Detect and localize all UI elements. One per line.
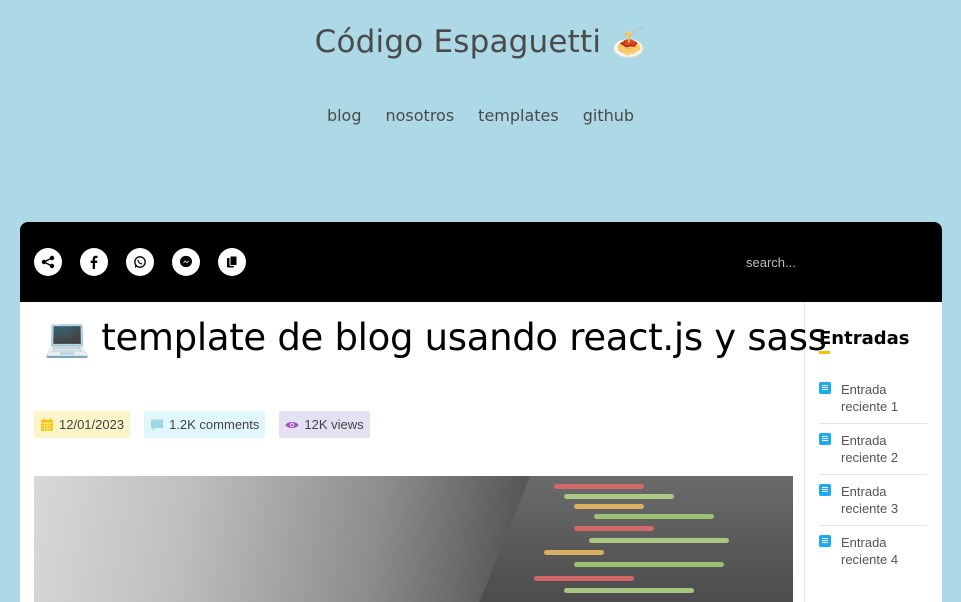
comment-icon — [151, 419, 164, 430]
date-badge: 12/01/2023 — [34, 411, 131, 438]
share-toolbar — [20, 222, 942, 302]
share-button[interactable] — [34, 248, 62, 276]
list-icon — [819, 433, 831, 445]
hero-code-line — [574, 526, 654, 531]
hero-code-line — [589, 538, 729, 543]
list-icon — [819, 535, 831, 547]
hero-code-line — [544, 550, 604, 555]
list-item[interactable]: Entrada reciente 2 — [819, 424, 927, 475]
copy-icon — [227, 255, 238, 268]
share-icon — [41, 255, 55, 269]
comments-badge[interactable]: 1.2K comments — [144, 411, 266, 438]
post-hero-image — [34, 476, 793, 602]
post-meta: 12/01/2023 1.2K comments 12K views — [34, 411, 370, 438]
entries-list: Entrada reciente 1 Entrada reciente 2 En… — [819, 373, 927, 576]
post-main: 💻 template de blog usando react.js y sas… — [20, 302, 827, 602]
messenger-share-button[interactable] — [172, 248, 200, 276]
sidebar: Entradas Entrada reciente 1 Entrada reci… — [805, 302, 941, 602]
eye-icon — [285, 421, 299, 428]
nav-item-github[interactable]: github — [583, 106, 634, 125]
copy-link-button[interactable] — [218, 248, 246, 276]
list-icon — [819, 484, 831, 496]
main-nav: blog nosotros templates github — [0, 106, 961, 125]
views-count: 12K views — [304, 417, 364, 432]
spaghetti-icon: 🍝 — [611, 26, 647, 59]
comments-count: 1.2K comments — [169, 417, 260, 432]
list-icon — [819, 382, 831, 394]
post-content: 💻 template de blog usando react.js y sas… — [20, 302, 942, 602]
post-title-text: template de blog usando react.js y sass — [101, 316, 827, 359]
whatsapp-icon — [134, 256, 146, 268]
hero-code-line — [574, 562, 724, 567]
facebook-icon — [90, 255, 98, 269]
hero-code-line — [564, 494, 674, 499]
entry-label: Entrada reciente 1 — [841, 382, 899, 414]
list-item[interactable]: Entrada reciente 4 — [819, 526, 927, 576]
hero-code-line — [574, 504, 644, 509]
views-badge: 12K views — [279, 411, 370, 438]
nav-item-templates[interactable]: templates — [478, 106, 559, 125]
hero-code-line — [554, 484, 644, 489]
whatsapp-share-button[interactable] — [126, 248, 154, 276]
list-item[interactable]: Entrada reciente 1 — [819, 373, 927, 424]
entry-label: Entrada reciente 3 — [841, 484, 899, 516]
facebook-share-button[interactable] — [80, 248, 108, 276]
post-card: 💻 template de blog usando react.js y sas… — [20, 222, 942, 602]
entry-label: Entrada reciente 2 — [841, 433, 899, 465]
laptop-icon: 💻 — [44, 316, 90, 359]
hero-code-line — [564, 588, 694, 593]
list-item[interactable]: Entrada reciente 3 — [819, 475, 927, 526]
hero-code-line — [534, 576, 634, 581]
site-title-text: Código Espaguetti — [314, 24, 602, 60]
search-input[interactable] — [746, 252, 926, 272]
nav-item-nosotros[interactable]: nosotros — [385, 106, 454, 125]
post-date: 12/01/2023 — [59, 417, 125, 432]
entry-label: Entrada reciente 4 — [841, 535, 899, 567]
messenger-icon — [180, 255, 192, 268]
post-title: 💻 template de blog usando react.js y sas… — [44, 316, 827, 360]
sidebar-heading: Entradas — [819, 328, 910, 354]
calendar-icon — [41, 418, 53, 431]
hero-code-line — [594, 514, 714, 519]
nav-item-blog[interactable]: blog — [327, 106, 362, 125]
site-header: Código Espaguetti 🍝 blog nosotros templa… — [0, 0, 961, 222]
site-title[interactable]: Código Espaguetti 🍝 — [0, 24, 961, 60]
